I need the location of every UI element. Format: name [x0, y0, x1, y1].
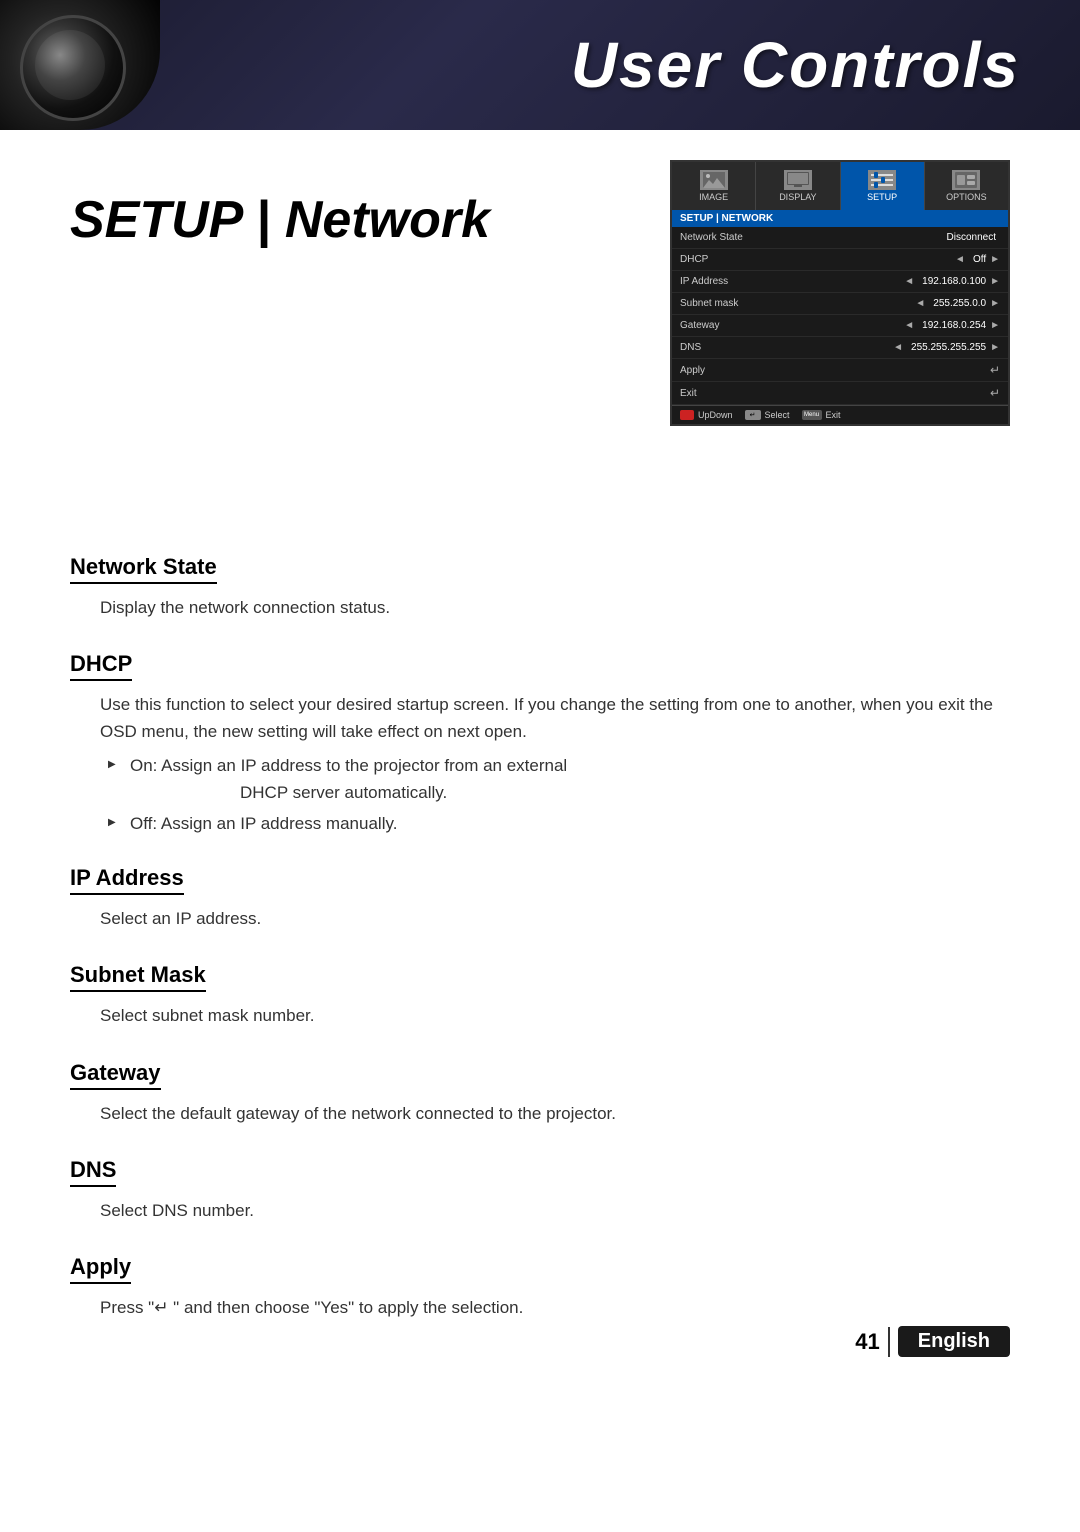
osd-arrow-left-ip: ◄: [904, 276, 914, 287]
osd-tabs: IMAGE DISPLAY SETUP OPTIONS: [672, 162, 1008, 210]
osd-breadcrumb: SETUP | NETWORK: [672, 210, 1008, 227]
desc-apply: Press "↵ " and then choose "Yes" to appl…: [100, 1294, 1010, 1321]
section-dhcp: DHCP Use this function to select your de…: [70, 627, 1010, 837]
osd-row-gateway[interactable]: Gateway ◄ 192.168.0.254 ►: [672, 315, 1008, 337]
enter-button: ↵: [745, 410, 761, 420]
osd-arrow-right-gateway: ►: [990, 320, 1000, 331]
osd-row-gateway-label: Gateway: [680, 320, 904, 331]
page-header: User Controls: [0, 0, 1080, 130]
heading-dns: DNS: [70, 1157, 116, 1187]
page-number: 41: [855, 1329, 879, 1355]
osd-tab-display-label: DISPLAY: [760, 192, 835, 202]
page-divider: [888, 1327, 890, 1357]
osd-footer-exit-label: Exit: [826, 410, 841, 420]
lens-decoration: [0, 0, 160, 130]
osd-tab-options[interactable]: OPTIONS: [925, 162, 1008, 210]
page-footer: 41 English: [855, 1326, 1010, 1357]
osd-row-network-state-value: Disconnect: [947, 232, 996, 243]
osd-panel: IMAGE DISPLAY SETUP OPTIONS: [670, 160, 1010, 426]
osd-footer-select: ↵ Select: [745, 410, 790, 420]
desc-gateway: Select the default gateway of the networ…: [100, 1100, 1010, 1127]
bullet-dhcp-on-indent: DHCP server automatically.: [240, 783, 447, 802]
osd-arrow-right-subnet: ►: [990, 298, 1000, 309]
section-ip-address: IP Address Select an IP address.: [70, 841, 1010, 932]
bullet-dhcp-on: On: Assign an IP address to the projecto…: [130, 752, 1010, 806]
section-dns: DNS Select DNS number.: [70, 1133, 1010, 1224]
heading-dhcp: DHCP: [70, 651, 132, 681]
desc-subnet-mask: Select subnet mask number.: [100, 1002, 1010, 1029]
image-icon: [700, 170, 728, 190]
osd-row-network-state-label: Network State: [680, 232, 943, 243]
osd-row-ip-address-label: IP Address: [680, 276, 904, 287]
osd-footer-exit: Menu Exit: [802, 410, 841, 420]
osd-arrow-right-dhcp: ►: [990, 254, 1000, 265]
osd-footer-updown: UpDown: [680, 410, 733, 420]
page-title: User Controls: [571, 28, 1020, 102]
osd-row-exit-label: Exit: [680, 388, 990, 399]
heading-gateway: Gateway: [70, 1060, 161, 1090]
osd-row-network-state[interactable]: Network State Disconnect: [672, 227, 1008, 249]
osd-footer: UpDown ↵ Select Menu Exit: [672, 405, 1008, 424]
osd-tab-display[interactable]: DISPLAY: [756, 162, 840, 210]
red-button: [680, 410, 694, 420]
menu-button: Menu: [802, 410, 822, 420]
osd-arrow-right-dns: ►: [990, 342, 1000, 353]
osd-row-dns-value: 255.255.255.255: [911, 342, 986, 353]
osd-row-ip-address-value: 192.168.0.100: [922, 276, 986, 287]
osd-arrow-right-ip: ►: [990, 276, 1000, 287]
section-gateway: Gateway Select the default gateway of th…: [70, 1036, 1010, 1127]
osd-tab-setup[interactable]: SETUP: [841, 162, 925, 210]
osd-row-dhcp[interactable]: DHCP ◄ Off ►: [672, 249, 1008, 271]
osd-row-gateway-value: 192.168.0.254: [922, 320, 986, 331]
osd-enter-apply: ↵: [990, 363, 1000, 377]
osd-tab-setup-label: SETUP: [845, 192, 920, 202]
osd-row-dns[interactable]: DNS ◄ 255.255.255.255 ►: [672, 337, 1008, 359]
osd-tab-image-label: IMAGE: [676, 192, 751, 202]
osd-row-dns-label: DNS: [680, 342, 893, 353]
display-icon: [784, 170, 812, 190]
osd-row-subnet-mask[interactable]: Subnet mask ◄ 255.255.0.0 ►: [672, 293, 1008, 315]
osd-row-apply-label: Apply: [680, 365, 990, 376]
osd-row-exit[interactable]: Exit ↵: [672, 382, 1008, 405]
desc-ip-address: Select an IP address.: [100, 905, 1010, 932]
osd-row-subnet-value: 255.255.0.0: [933, 298, 986, 309]
osd-row-subnet-label: Subnet mask: [680, 298, 915, 309]
page-language: English: [898, 1326, 1010, 1357]
osd-footer-updown-label: UpDown: [698, 410, 733, 420]
osd-tab-image[interactable]: IMAGE: [672, 162, 756, 210]
heading-apply: Apply: [70, 1254, 131, 1284]
osd-arrow-left-subnet: ◄: [915, 298, 925, 309]
section-network-state: Network State Display the network connec…: [70, 530, 1010, 621]
options-icon: [952, 170, 980, 190]
heading-network-state: Network State: [70, 554, 217, 584]
osd-arrow-left-dns: ◄: [893, 342, 903, 353]
desc-network-state: Display the network connection status.: [100, 594, 1010, 621]
osd-arrow-left-gateway: ◄: [904, 320, 914, 331]
osd-enter-exit: ↵: [990, 386, 1000, 400]
desc-dns: Select DNS number.: [100, 1197, 1010, 1224]
bullet-dhcp-off: Off: Assign an IP address manually.: [130, 810, 1010, 837]
osd-arrow-left-dhcp: ◄: [955, 254, 965, 265]
desc-dhcp: Use this function to select your desired…: [100, 691, 1010, 745]
osd-row-dhcp-value: Off: [973, 254, 986, 265]
heading-subnet-mask: Subnet Mask: [70, 962, 206, 992]
osd-footer-select-label: Select: [765, 410, 790, 420]
section-subnet-mask: Subnet Mask Select subnet mask number.: [70, 938, 1010, 1029]
main-content: SETUP | Network IMAGE DISPLAY SET: [0, 130, 1080, 1387]
osd-row-ip-address[interactable]: IP Address ◄ 192.168.0.100 ►: [672, 271, 1008, 293]
osd-row-apply[interactable]: Apply ↵: [672, 359, 1008, 382]
heading-ip-address: IP Address: [70, 865, 184, 895]
osd-row-dhcp-label: DHCP: [680, 254, 955, 265]
osd-tab-options-label: OPTIONS: [929, 192, 1004, 202]
section-apply: Apply Press "↵ " and then choose "Yes" t…: [70, 1230, 1010, 1321]
osd-rows: Network State Disconnect DHCP ◄ Off ► IP…: [672, 227, 1008, 405]
setup-icon: [868, 170, 896, 190]
content-body: Network State Display the network connec…: [70, 530, 1010, 1321]
